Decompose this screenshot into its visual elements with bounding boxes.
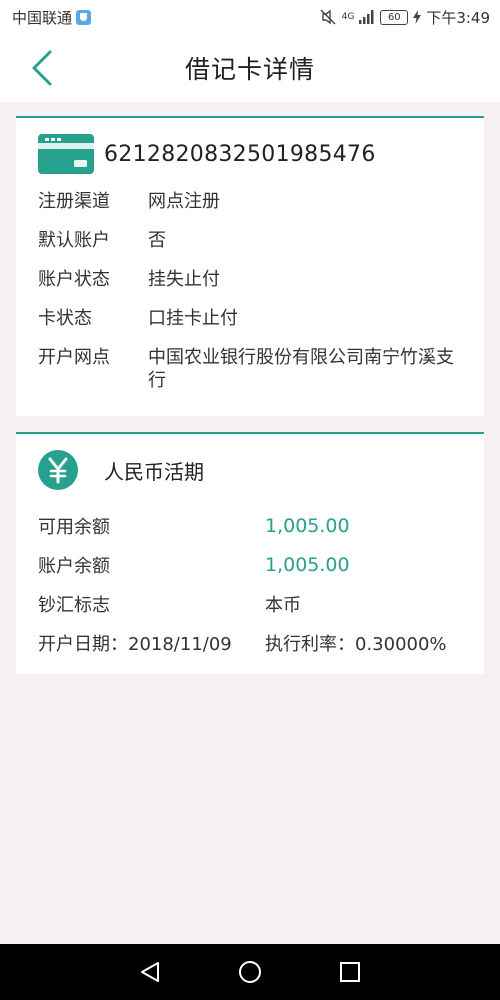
info-row-default-account: 默认账户 否 [16, 229, 484, 252]
circle-home-icon [239, 961, 261, 983]
status-left: 中国联通 [12, 7, 92, 28]
date-rate-row: 开户日期：2018/11/09 执行利率：0.30000% [16, 623, 484, 662]
account-balance-row: 账户余额 1,005.00 [16, 545, 484, 584]
status-right: 4G 60 下午3:49 [319, 7, 490, 28]
cash-flag-row: 钞汇标志 本币 [16, 584, 484, 623]
info-label: 开户网点 [38, 347, 110, 368]
info-row-branch: 开户网点 中国农业银行股份有限公司南宁竹溪支行 [16, 346, 484, 392]
battery-icon: 60 [380, 9, 409, 25]
info-row-account-status: 账户状态 挂失止付 [16, 268, 484, 291]
chevron-left-icon [32, 50, 52, 86]
card-info-panel: 6212820832501985476 注册渠道 网点注册 默认账户 否 账户状… [16, 116, 484, 416]
system-home-button[interactable] [230, 952, 270, 992]
back-button[interactable] [22, 48, 62, 88]
system-recents-button[interactable] [330, 952, 370, 992]
available-value: 1,005.00 [265, 514, 350, 537]
available-label: 可用余额 [38, 516, 110, 538]
account-panel: 人民币活期 可用余额 1,005.00 账户余额 1,005.00 钞汇标志 本… [16, 432, 484, 674]
square-recents-icon [340, 962, 360, 982]
info-label: 卡状态 [38, 308, 92, 329]
open-date: 开户日期：2018/11/09 [38, 633, 232, 655]
card-number: 6212820832501985476 [104, 141, 376, 167]
cash-value: 本币 [265, 594, 301, 616]
charging-icon [413, 10, 422, 24]
signal-icon [359, 10, 374, 24]
interest-rate: 执行利率：0.30000% [265, 633, 447, 655]
account-header: 人民币活期 [16, 434, 484, 506]
account-currency-title: 人民币活期 [104, 459, 204, 484]
carrier-name: 中国联通 [12, 8, 73, 27]
cash-label: 钞汇标志 [38, 594, 110, 616]
battery-level: 60 [387, 11, 401, 23]
yuan-icon [38, 450, 78, 490]
info-value: 挂失止付 [148, 269, 220, 290]
info-label: 默认账户 [38, 230, 110, 251]
info-label: 注册渠道 [38, 191, 110, 212]
page-title: 借记卡详情 [184, 55, 315, 84]
clock: 下午3:49 [426, 8, 490, 27]
system-nav-bar [0, 944, 500, 1000]
system-back-button[interactable] [130, 952, 170, 992]
info-value: 否 [148, 230, 166, 251]
info-row-channel: 注册渠道 网点注册 [16, 190, 484, 213]
balance-value: 1,005.00 [265, 553, 350, 576]
status-bar: 中国联通 4G 60 下午3:49 [0, 0, 500, 34]
info-label: 账户状态 [38, 269, 110, 290]
balance-label: 账户余额 [38, 555, 110, 577]
bank-card-icon [38, 134, 94, 174]
info-value: 网点注册 [148, 191, 220, 212]
available-balance-row: 可用余额 1,005.00 [16, 506, 484, 545]
triangle-back-icon [141, 962, 159, 982]
info-row-card-status: 卡状态 口挂卡止付 [16, 307, 484, 330]
nav-bar: 借记卡详情 [0, 34, 500, 102]
info-value: 中国农业银行股份有限公司南宁竹溪支行 [148, 347, 454, 391]
card-number-header: 6212820832501985476 [16, 118, 484, 190]
info-value: 口挂卡止付 [148, 308, 238, 329]
mute-icon [320, 9, 336, 25]
carrier-badge-icon [76, 9, 92, 25]
network-type: 4G [341, 11, 355, 22]
